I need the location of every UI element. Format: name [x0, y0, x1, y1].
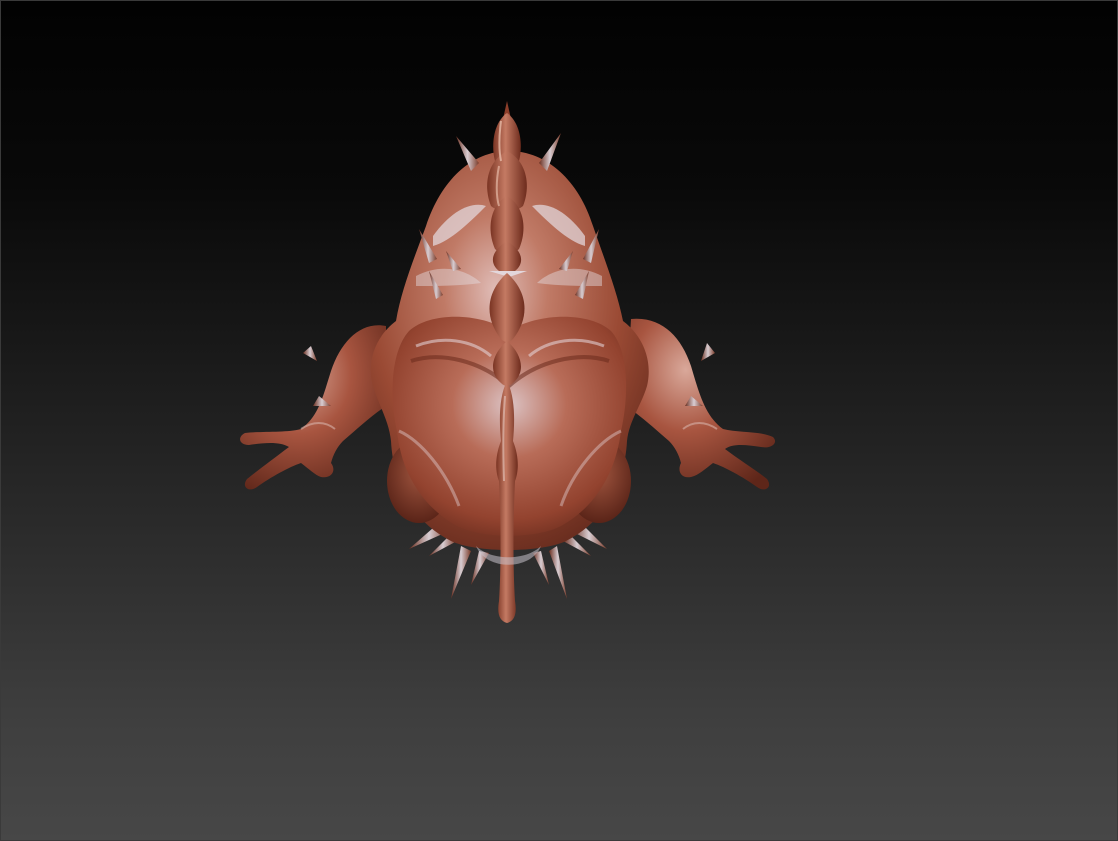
right-arm	[626, 318, 776, 490]
left-arm	[240, 325, 386, 490]
creature-model[interactable]	[240, 101, 776, 623]
3d-viewport[interactable]	[0, 0, 1118, 841]
sculpt-canvas[interactable]	[1, 1, 1118, 841]
